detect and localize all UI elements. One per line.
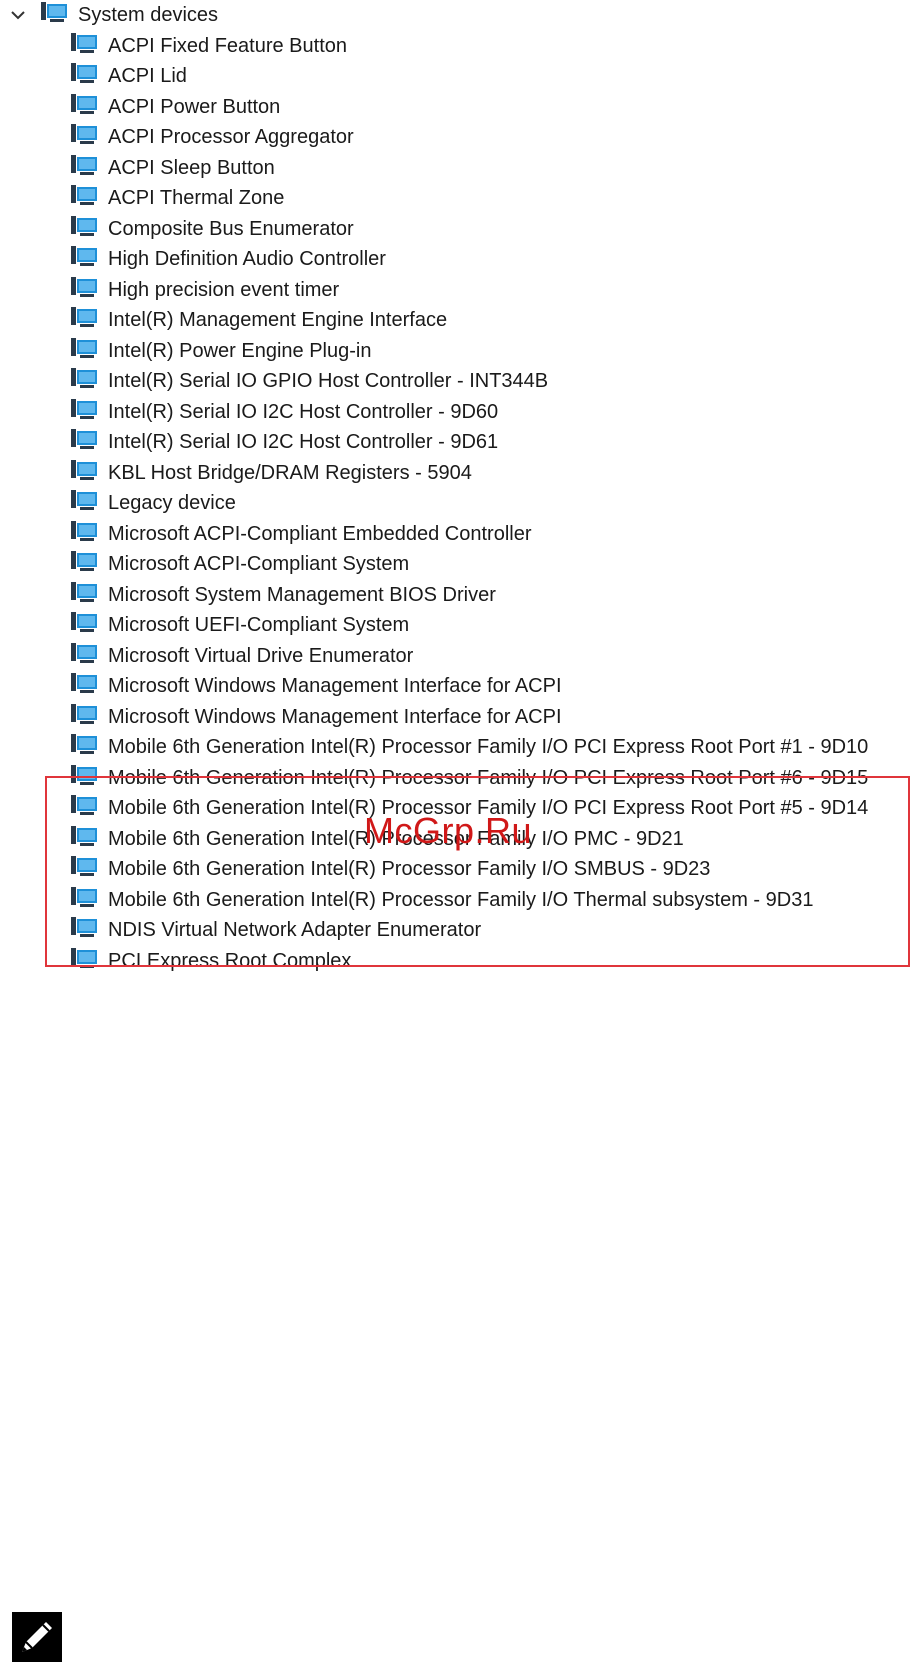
device-icon: [70, 488, 108, 518]
device-icon: [70, 183, 108, 213]
tree-node-label: System devices: [78, 4, 219, 26]
tree-node-device[interactable]: Intel(R) Serial IO I2C Host Controller -…: [70, 397, 498, 427]
tree-node-label: ACPI Fixed Feature Button: [108, 34, 348, 57]
tree-node-device[interactable]: Microsoft UEFI-Compliant System: [70, 610, 409, 640]
tree-node-label: High precision event timer: [108, 278, 340, 301]
pencil-note-icon: [12, 1612, 62, 1662]
tree-node-device[interactable]: Legacy device: [70, 488, 236, 518]
watermark: McGrp.Ru: [364, 810, 533, 851]
device-icon: [70, 641, 108, 671]
tree-node-label: Intel(R) Power Engine Plug-in: [108, 339, 372, 362]
device-icon: [70, 397, 108, 427]
tree-node-device[interactable]: Intel(R) Management Engine Interface: [70, 305, 447, 335]
tree-node-label: Legacy device: [108, 492, 236, 514]
tree-node-device[interactable]: KBL Host Bridge/DRAM Registers - 5904: [70, 458, 472, 488]
tree-node-label: Microsoft System Management BIOS Driver: [108, 583, 496, 606]
tree-node-device[interactable]: High precision event timer: [70, 275, 339, 305]
tree-node-device[interactable]: Microsoft Windows Management Interface f…: [70, 702, 562, 732]
tree-node-label: ACPI Lid: [108, 65, 187, 87]
tree-node-label: Microsoft ACPI-Compliant System: [108, 553, 410, 575]
tree-node-label: Microsoft Virtual Drive Enumerator: [108, 644, 414, 667]
tree-node-device[interactable]: ACPI Power Button: [70, 92, 280, 122]
device-icon: [70, 702, 108, 732]
tree-node-label: Microsoft ACPI-Compliant Embedded Contro…: [108, 522, 532, 545]
tree-node-label: Intel(R) Management Engine Interface: [108, 309, 448, 331]
tree-node-device[interactable]: Intel(R) Serial IO GPIO Host Controller …: [70, 366, 548, 396]
tree-node-device[interactable]: Microsoft System Management BIOS Driver: [70, 580, 496, 610]
device-icon: [70, 214, 108, 244]
tree-node-device[interactable]: Microsoft ACPI-Compliant System: [70, 549, 409, 579]
device-icon: [70, 244, 108, 274]
tree-node-label: Intel(R) Serial IO I2C Host Controller -…: [108, 431, 499, 453]
tree-node-label: ACPI Processor Aggregator: [108, 126, 354, 148]
tree-node-device[interactable]: Microsoft Windows Management Interface f…: [70, 671, 562, 701]
tree-node-device[interactable]: Microsoft ACPI-Compliant Embedded Contro…: [70, 519, 532, 549]
tree-node-device[interactable]: ACPI Thermal Zone: [70, 183, 284, 213]
tree-node-label: Intel(R) Serial IO GPIO Host Controller …: [108, 370, 549, 392]
device-icon: [70, 92, 108, 122]
device-icon: [70, 31, 108, 61]
device-icon: [70, 305, 108, 335]
device-icon: [70, 366, 108, 396]
tree-node-label: Microsoft UEFI-Compliant System: [108, 614, 410, 636]
tree-node-label: ACPI Thermal Zone: [108, 187, 285, 209]
device-icon: [70, 153, 108, 183]
tree-node-label: Microsoft Windows Management Interface f…: [108, 705, 562, 728]
tree-node-device[interactable]: ACPI Processor Aggregator: [70, 122, 354, 152]
device-icon: [70, 580, 108, 610]
tree-node-device[interactable]: ACPI Sleep Button: [70, 153, 275, 183]
device-icon: [70, 458, 108, 488]
device-icon: [70, 610, 108, 640]
device-icon: [70, 122, 108, 152]
device-icon: [70, 549, 108, 579]
tree-node-device[interactable]: Intel(R) Power Engine Plug-in: [70, 336, 371, 366]
tree-node-device[interactable]: ACPI Fixed Feature Button: [70, 31, 347, 61]
device-icon: [70, 336, 108, 366]
tree-node-device[interactable]: Composite Bus Enumerator: [70, 214, 354, 244]
tree-node-label: ACPI Power Button: [108, 95, 281, 118]
tree-node-label: Microsoft Windows Management Interface f…: [108, 675, 562, 697]
tree-node-label: ACPI Sleep Button: [108, 156, 275, 179]
device-icon: [70, 427, 108, 457]
device-icon: [70, 519, 108, 549]
tree-node-device[interactable]: High Definition Audio Controller: [70, 244, 386, 274]
tree-node-device[interactable]: ACPI Lid: [70, 61, 187, 91]
device-icon: [70, 671, 108, 701]
tree-node-label: Composite Bus Enumerator: [108, 217, 354, 240]
tree-node-system-devices[interactable]: System devices: [8, 0, 218, 30]
tree-node-device[interactable]: Microsoft Virtual Drive Enumerator: [70, 641, 413, 671]
chevron-down-icon[interactable]: [8, 5, 28, 25]
tree-node-device[interactable]: Mobile 6th Generation Intel(R) Processor…: [70, 732, 868, 762]
device-icon: [70, 732, 108, 762]
tree-node-label: Intel(R) Serial IO I2C Host Controller -…: [108, 400, 499, 423]
device-tree: System devices ACPI Fixed Feature Button…: [0, 0, 918, 1040]
tree-node-label: Mobile 6th Generation Intel(R) Processor…: [108, 736, 869, 758]
tree-node-device[interactable]: Intel(R) Serial IO I2C Host Controller -…: [70, 427, 498, 457]
computer-device-icon: [40, 0, 78, 30]
tree-node-label: High Definition Audio Controller: [108, 248, 386, 270]
device-icon: [70, 275, 108, 305]
tree-node-label: KBL Host Bridge/DRAM Registers - 5904: [108, 461, 472, 484]
device-icon: [70, 61, 108, 91]
highlight-box: [45, 776, 910, 967]
